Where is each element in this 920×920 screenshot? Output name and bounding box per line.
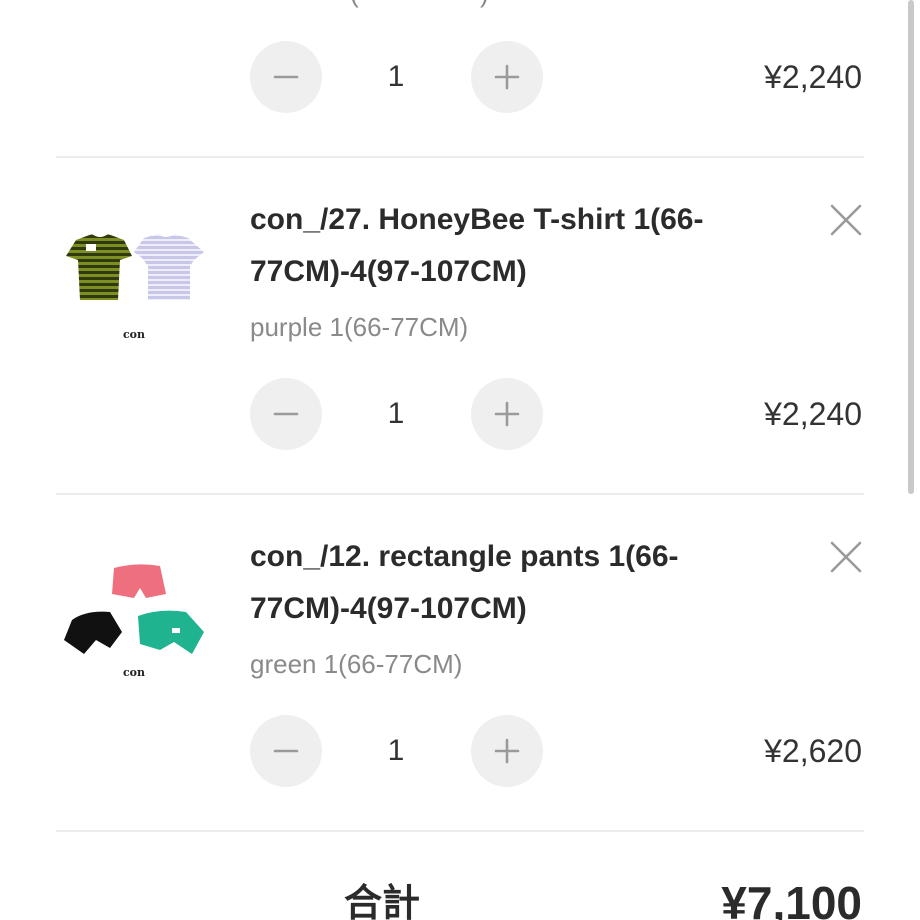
- remove-item-button[interactable]: [826, 200, 866, 240]
- item-quantity-row: 1 ¥2,240: [0, 378, 920, 458]
- product-title[interactable]: con_/27. HoneyBee T-shirt 1(66-77CM)-4(9…: [250, 194, 770, 298]
- line-price: ¥2,240: [764, 396, 862, 432]
- partial-item-variant-start: (: [350, 0, 359, 9]
- decrease-quantity-button[interactable]: [250, 715, 322, 787]
- quantity-value: 1: [387, 397, 405, 430]
- partial-item-brand: con: [124, 0, 148, 2]
- total-label: 合計: [344, 883, 421, 920]
- divider: [56, 493, 864, 495]
- product-thumbnail-tshirt[interactable]: con: [56, 196, 212, 352]
- decrease-quantity-button[interactable]: [250, 378, 322, 450]
- line-price: ¥2,620: [764, 733, 862, 769]
- line-price: ¥2,240: [764, 59, 862, 95]
- pants-product-image: con: [64, 564, 204, 679]
- total-value: ¥7,100: [721, 877, 862, 920]
- partial-item-quantity-row: 1 ¥2,240: [0, 41, 920, 121]
- product-title[interactable]: con_/12. rectangle pants 1(66-77CM)-4(97…: [250, 531, 770, 635]
- product-variant: purple 1(66-77CM): [250, 312, 469, 342]
- minus-icon: [273, 412, 299, 416]
- thumb-brand-label: con: [123, 328, 145, 341]
- remove-item-button[interactable]: [826, 537, 866, 577]
- divider: [56, 830, 864, 832]
- quantity-value: 1: [387, 734, 405, 767]
- plus-icon: [494, 64, 520, 90]
- minus-icon: [273, 75, 299, 79]
- decrease-quantity-button[interactable]: [250, 41, 322, 113]
- product-thumbnail-pants[interactable]: con: [56, 532, 212, 688]
- divider: [56, 156, 864, 158]
- product-variant: green 1(66-77CM): [250, 649, 463, 679]
- plus-icon: [494, 738, 520, 764]
- minus-icon: [273, 749, 299, 753]
- partial-item-variant-end: ): [480, 0, 489, 9]
- close-icon: [830, 541, 862, 573]
- increase-quantity-button[interactable]: [471, 41, 543, 113]
- tshirt-product-image: con: [66, 234, 204, 341]
- increase-quantity-button[interactable]: [471, 378, 543, 450]
- close-icon: [830, 204, 862, 236]
- thumb-brand-label: con: [123, 666, 145, 679]
- increase-quantity-button[interactable]: [471, 715, 543, 787]
- item-quantity-row: 1 ¥2,620: [0, 715, 920, 795]
- plus-icon: [494, 401, 520, 427]
- quantity-value: 1: [387, 60, 405, 93]
- cart-page: con ( ) 1 ¥2,240: [0, 0, 920, 920]
